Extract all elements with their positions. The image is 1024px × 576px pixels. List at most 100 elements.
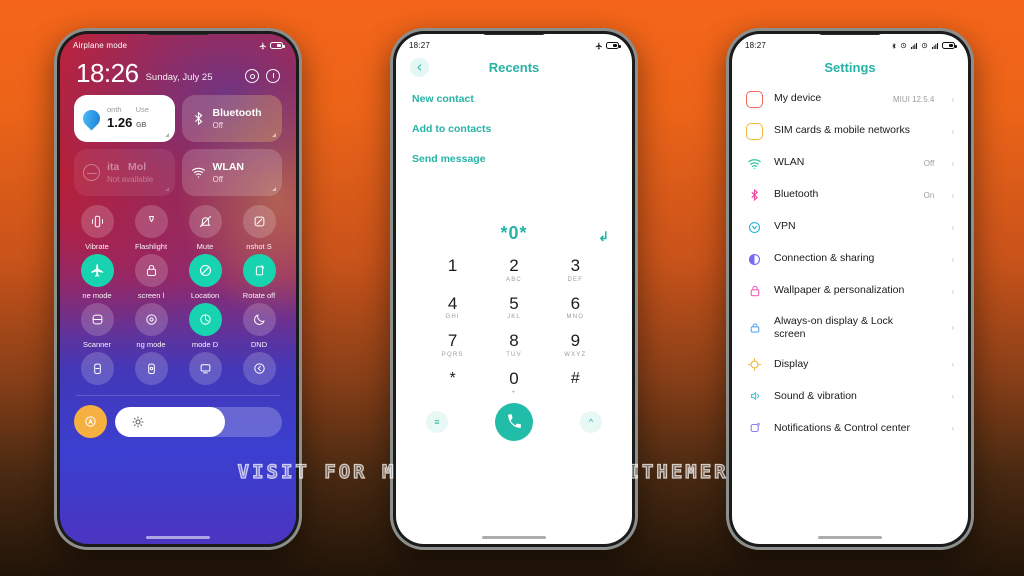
row-value: MIUI 12.5.4 xyxy=(892,94,935,104)
vpn-icon xyxy=(746,219,763,236)
settings-row-notifications[interactable]: Notifications & Control center › xyxy=(732,412,968,444)
settings-row-sim-cards[interactable]: SIM cards & mobile networks › xyxy=(732,115,968,147)
dialed-number[interactable]: *0* xyxy=(500,223,527,243)
dialpad-key-hash[interactable]: # xyxy=(545,367,606,399)
toggle-screenshot[interactable]: nshot S xyxy=(235,205,283,251)
toggle-vibrate[interactable]: Vibrate xyxy=(73,205,121,251)
keypad-menu-icon[interactable]: ≡ xyxy=(426,410,448,433)
history-icon[interactable] xyxy=(266,69,280,83)
rotate-icon xyxy=(255,265,264,276)
settings-list: My device MIUI 12.5.4 › SIM cards & mobi… xyxy=(732,77,968,444)
bluetooth-glyph xyxy=(751,188,759,202)
toggle-label: Flashlight xyxy=(134,242,168,251)
dialpad-key-9[interactable]: 9 WXYZ xyxy=(545,329,606,361)
key-digit: 6 xyxy=(570,293,581,313)
toggle-rotate[interactable]: Rotate off xyxy=(235,254,283,300)
toggle-label: Location xyxy=(190,291,220,300)
settings-row-my-device[interactable]: My device MIUI 12.5.4 › xyxy=(732,83,968,115)
dark-mode-icon xyxy=(199,314,211,325)
row-label: My device xyxy=(774,92,822,105)
notifications-icon xyxy=(746,420,763,437)
toggle-dnd[interactable]: DND xyxy=(235,303,283,349)
phone3-screen: 18:27 Settings My device MIUI 12.5.4 › S… xyxy=(732,34,968,544)
dialpad-key-2[interactable]: 2 ABC xyxy=(483,254,544,286)
data-usage-number: 1.26 xyxy=(107,115,133,130)
dialpad-key-4[interactable]: 4 GHI xyxy=(422,292,483,324)
dialpad-key-star[interactable]: * xyxy=(422,367,483,399)
card-corner-handle[interactable] xyxy=(164,187,169,191)
settings-row-sound-vibration[interactable]: Sound & vibration › xyxy=(732,380,968,412)
card-bluetooth[interactable]: Bluetooth Off xyxy=(181,95,282,142)
chevron-left-icon[interactable] xyxy=(410,58,429,77)
card-wlan[interactable]: WLAN Off xyxy=(181,149,282,196)
toggle-label: DND xyxy=(250,340,268,349)
toggle-reading-mode[interactable]: ng mode xyxy=(127,303,175,349)
phone3-bezel: 18:27 Settings My device MIUI 12.5.4 › S… xyxy=(729,31,971,547)
brightness-slider[interactable] xyxy=(115,406,282,437)
dialpad-key-3[interactable]: 3 DEF xyxy=(545,254,606,286)
toggle-scanner[interactable]: Scanner xyxy=(73,303,121,349)
card-data-usage[interactable]: onth Use 1.26 GB xyxy=(74,95,175,142)
home-indicator[interactable] xyxy=(482,536,546,539)
airplane-icon xyxy=(595,42,602,49)
vibrate-icon xyxy=(91,215,103,228)
settings-row-connection-sharing[interactable]: Connection & sharing › xyxy=(732,243,968,275)
toggle-airplane-mode[interactable]: ne mode xyxy=(73,254,121,300)
home-indicator[interactable] xyxy=(146,536,210,539)
dialpad-key-6[interactable]: 6 MNO xyxy=(545,292,606,324)
action-send-message[interactable]: Send message xyxy=(412,153,616,165)
card-bluetooth-text: Bluetooth Off xyxy=(213,107,262,129)
notch-speaker xyxy=(482,34,546,35)
toggle-location[interactable]: Location xyxy=(181,254,229,300)
gear-icon[interactable] xyxy=(245,69,259,83)
chevron-up-icon[interactable]: ^ xyxy=(580,410,602,433)
settings-row-vpn[interactable]: VPN › xyxy=(732,211,968,243)
card-corner-handle[interactable] xyxy=(164,133,169,137)
lock-icon xyxy=(146,265,156,276)
action-add-to-contacts[interactable]: Add to contacts xyxy=(412,123,616,135)
toggle-circle xyxy=(134,254,168,287)
call-button[interactable] xyxy=(495,402,533,441)
card-corner-handle[interactable] xyxy=(272,133,276,137)
toggle-cast[interactable] xyxy=(181,352,229,389)
toggle-second-space[interactable] xyxy=(235,352,283,389)
toggle-label: Vibrate xyxy=(85,242,109,251)
dialpad-key-5[interactable]: 5 JKL xyxy=(483,292,544,324)
toggle-ultra-battery[interactable] xyxy=(127,352,175,389)
dnd-icon xyxy=(253,314,265,325)
home-indicator[interactable] xyxy=(818,536,882,539)
dialpad-key-0[interactable]: 0 + xyxy=(483,367,544,399)
dialpad-key-1[interactable]: 1 xyxy=(422,254,483,286)
toggle-battery-saver[interactable] xyxy=(73,352,121,389)
card-mobile-data[interactable]: ita Mol Not available xyxy=(74,149,175,196)
data-usage-top: onth Use xyxy=(107,105,149,114)
key-digit: * xyxy=(449,370,456,388)
wifi-glyph xyxy=(748,158,761,169)
toggle-label: screen l xyxy=(137,291,165,300)
dialpad-key-7[interactable]: 7 PQRS xyxy=(422,329,483,361)
card-corner-handle[interactable] xyxy=(272,187,276,191)
toggle-flashlight[interactable]: Flashlight xyxy=(127,205,175,251)
backspace-icon[interactable]: ↲ xyxy=(598,229,610,245)
key-digit: 9 xyxy=(570,331,581,351)
toggle-circle xyxy=(188,303,222,336)
phone2-screen: 18:27 Recents New contact Add to contact… xyxy=(396,34,632,544)
no-data-icon xyxy=(83,164,100,181)
notifications-glyph xyxy=(750,423,760,433)
settings-row-display[interactable]: Display › xyxy=(732,348,968,380)
toggle-lock-screen[interactable]: screen l xyxy=(127,254,175,300)
settings-row-wallpaper[interactable]: Wallpaper & personalization › xyxy=(732,275,968,307)
action-new-contact[interactable]: New contact xyxy=(412,93,616,105)
toggle-circle xyxy=(80,303,114,336)
toggle-mute[interactable]: Mute xyxy=(181,205,229,251)
settings-row-always-on-display[interactable]: Always-on display & Lock screen › xyxy=(732,307,968,348)
signal-icon xyxy=(932,42,938,49)
settings-row-wlan[interactable]: WLAN Off › xyxy=(732,147,968,179)
toggle-label: ng mode xyxy=(136,340,166,349)
bluetooth-icon xyxy=(194,111,202,126)
dialpad-key-8[interactable]: 8 TUV xyxy=(483,329,544,361)
toggle-dark-mode[interactable]: mode D xyxy=(181,303,229,349)
auto-brightness-icon[interactable] xyxy=(74,405,107,438)
settings-row-bluetooth[interactable]: Bluetooth On › xyxy=(732,179,968,211)
toggle-circle xyxy=(188,254,222,287)
